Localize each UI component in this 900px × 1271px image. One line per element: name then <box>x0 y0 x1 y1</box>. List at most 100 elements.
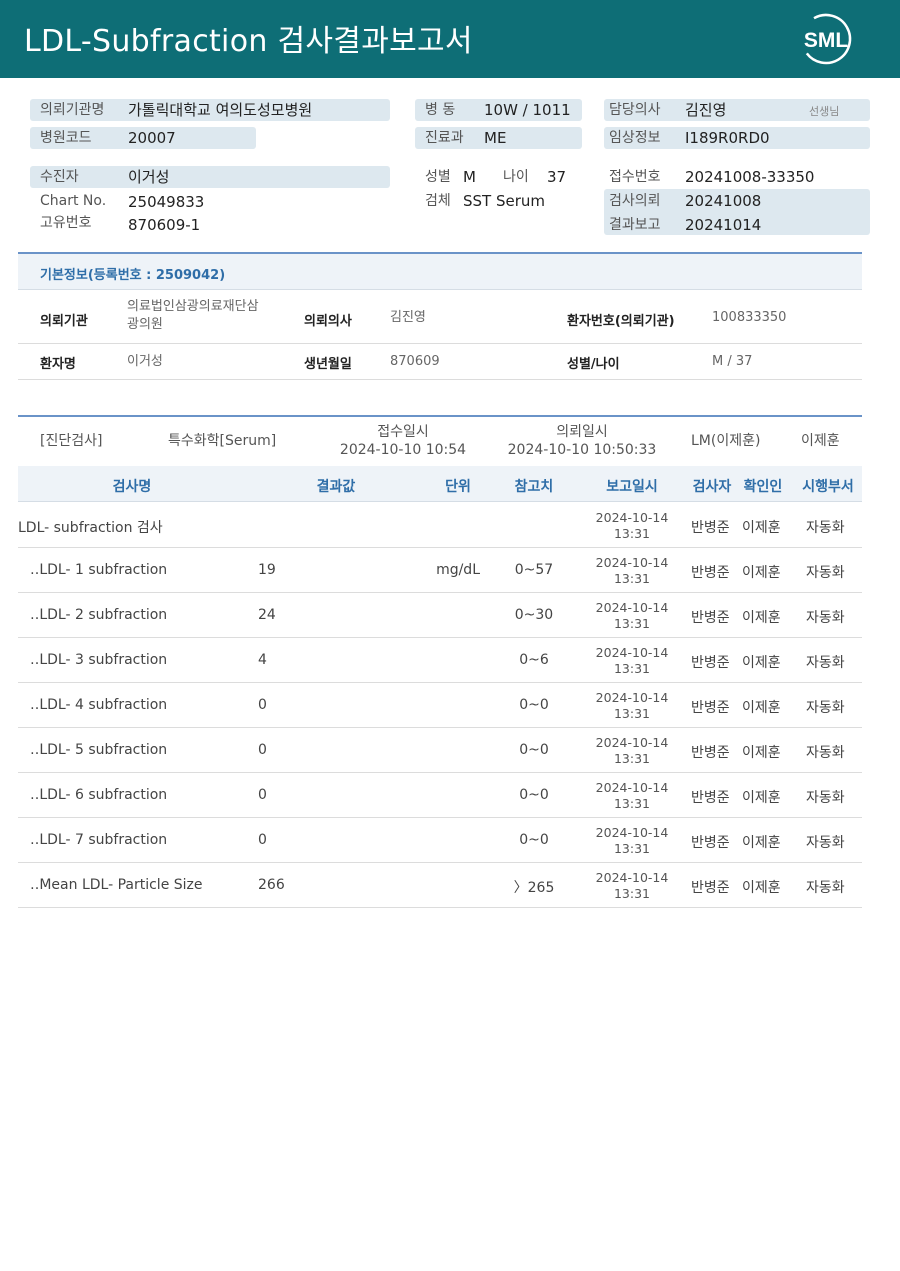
sex-label: 성별 <box>425 169 451 185</box>
basic-bottom-line <box>18 379 862 380</box>
table-row: ‥LDL- 5 subfraction 0 0~0 2024-10-14 13:3… <box>18 728 862 773</box>
patient-pill <box>30 166 390 188</box>
basic-name-label: 환자명 <box>40 357 76 372</box>
unique-value: 870609-1 <box>128 216 201 234</box>
basic-sexage-label: 성별/나이 <box>567 357 620 372</box>
dept-value: ME <box>484 129 507 147</box>
age-value: 37 <box>547 168 567 186</box>
cell-date-time: 13:31 <box>613 706 651 721</box>
basic-patient-no-label: 환자번호(의뢰기관) <box>567 314 675 329</box>
diagnosis-request-time: 2024-10-10 10:50:33 <box>507 442 657 458</box>
results-table-header: 검사명 결과값 단위 참고치 보고일시 검사자 확인인 시행부서 <box>18 466 862 502</box>
cell-name: ‥LDL- 6 subfraction <box>30 787 168 803</box>
basic-info-header: 기본정보(등록번호 : 2509042) <box>18 252 862 290</box>
report-value: 20241014 <box>685 216 762 234</box>
report-header: LDL-Subfraction 검사결과보고서 SML <box>0 0 900 78</box>
table-row: ‥LDL- 2 subfraction 24 0~30 2024-10-14 13… <box>18 593 862 638</box>
table-row: ‥LDL- 1 subfraction 19 mg/dL 0~57 2024-1… <box>18 548 862 593</box>
cell-date-day: 2024-10-14 <box>595 510 669 525</box>
cell-ref: 0~30 <box>514 607 554 623</box>
ward-label: 병 동 <box>425 102 456 118</box>
cell-ref: 0~0 <box>519 787 549 803</box>
cell-unit: mg/dL <box>436 562 480 578</box>
basic-name-value: 이거성 <box>127 354 163 369</box>
cell-dept: 자동화 <box>806 520 845 536</box>
diagnosis-lm: LM(이제훈) <box>691 433 761 449</box>
cell-dept: 자동화 <box>806 835 845 851</box>
cell-name: ‥LDL- 4 subfraction <box>30 697 168 713</box>
cell-name: ‥LDL- 5 subfraction <box>30 742 168 758</box>
cell-ref: 〉265 <box>513 880 555 896</box>
cell-confirmer: 이제훈 <box>742 655 781 671</box>
diagnosis-request-label: 의뢰일시 <box>556 424 608 440</box>
th-name: 검사명 <box>112 479 152 495</box>
cell-confirmer: 이제훈 <box>742 520 781 536</box>
cell-confirmer: 이제훈 <box>742 745 781 761</box>
table-row: ‥LDL- 3 subfraction 4 0~6 2024-10-14 13:3… <box>18 638 862 683</box>
diagnosis-category: [진단검사] <box>40 433 103 449</box>
cell-date: 2024-10-14 13:31 <box>588 780 676 812</box>
cell-name: ‥LDL- 1 subfraction <box>30 562 168 578</box>
cell-ref: 0~57 <box>514 562 554 578</box>
cell-date: 2024-10-14 13:31 <box>588 825 676 857</box>
report-title: LDL-Subfraction 검사결과보고서 <box>24 24 473 59</box>
cell-date-time: 13:31 <box>613 571 651 586</box>
cell-result: 24 <box>258 607 276 623</box>
basic-institution-line1: 의료법인삼광의료재단삼 <box>127 299 259 314</box>
sml-logo: SML <box>800 13 852 65</box>
institution-value: 가톨릭대학교 여의도성모병원 <box>128 101 313 119</box>
dept-label: 진료과 <box>425 130 464 146</box>
cell-date-time: 13:31 <box>613 841 651 856</box>
cell-dept: 자동화 <box>806 610 845 626</box>
table-row: ‥LDL- 7 subfraction 0 0~0 2024-10-14 13:3… <box>18 818 862 863</box>
th-date: 보고일시 <box>606 479 658 495</box>
chart-value: 25049833 <box>128 193 205 211</box>
cell-tester: 반병준 <box>691 745 730 761</box>
basic-patient-no-value: 100833350 <box>712 310 787 325</box>
basic-institution-line2: 광의원 <box>127 317 163 332</box>
cell-result: 0 <box>258 832 267 848</box>
cell-result: 266 <box>258 877 285 893</box>
patient-label: 수진자 <box>40 169 79 185</box>
cell-confirmer: 이제훈 <box>742 610 781 626</box>
cell-dept: 자동화 <box>806 790 845 806</box>
cell-name: LDL- subfraction 검사 <box>18 520 163 536</box>
cell-dept: 자동화 <box>806 655 845 671</box>
cell-confirmer: 이제훈 <box>742 790 781 806</box>
cell-date: 2024-10-14 13:31 <box>588 510 676 542</box>
cell-date: 2024-10-14 13:31 <box>588 870 676 902</box>
basic-birth-label: 생년월일 <box>304 357 352 372</box>
table-row: LDL- subfraction 검사 2024-10-14 13:31 반병준 … <box>18 503 862 548</box>
hospital-code-label: 병원코드 <box>40 130 92 146</box>
table-row: ‥Mean LDL- Particle Size 266 〉265 2024-1… <box>18 863 862 908</box>
cell-ref: 0~0 <box>519 697 549 713</box>
ward-value: 10W / 1011 <box>484 101 571 119</box>
cell-name: ‥LDL- 7 subfraction <box>30 832 168 848</box>
table-row: ‥LDL- 6 subfraction 0 0~0 2024-10-14 13:3… <box>18 773 862 818</box>
specimen-label: 검체 <box>425 193 451 209</box>
cell-date-day: 2024-10-14 <box>595 735 669 750</box>
cell-confirmer: 이제훈 <box>742 565 781 581</box>
cell-tester: 반병준 <box>691 880 730 896</box>
table-row: ‥LDL- 4 subfraction 0 0~0 2024-10-14 13:3… <box>18 683 862 728</box>
cell-dept: 자동화 <box>806 745 845 761</box>
cell-result: 0 <box>258 742 267 758</box>
diagnosis-top-line <box>18 415 862 417</box>
cell-date-day: 2024-10-14 <box>595 780 669 795</box>
cell-result: 0 <box>258 787 267 803</box>
cell-result: 0 <box>258 697 267 713</box>
cell-date: 2024-10-14 13:31 <box>588 735 676 767</box>
basic-info-title: 기본정보(등록번호 : 2509042) <box>40 268 226 283</box>
receipt-label: 접수번호 <box>609 169 661 185</box>
institution-label: 의뢰기관명 <box>40 102 105 118</box>
basic-doctor-value: 김진영 <box>390 310 426 325</box>
cell-date-day: 2024-10-14 <box>595 555 669 570</box>
diagnosis-person: 이제훈 <box>801 433 840 449</box>
cell-name: ‥LDL- 3 subfraction <box>30 652 168 668</box>
cell-ref: 0~0 <box>519 832 549 848</box>
cell-tester: 반병준 <box>691 565 730 581</box>
request-value: 20241008 <box>685 192 762 210</box>
receipt-value: 20241008-33350 <box>685 168 815 186</box>
cell-date-time: 13:31 <box>613 616 651 631</box>
cell-confirmer: 이제훈 <box>742 835 781 851</box>
